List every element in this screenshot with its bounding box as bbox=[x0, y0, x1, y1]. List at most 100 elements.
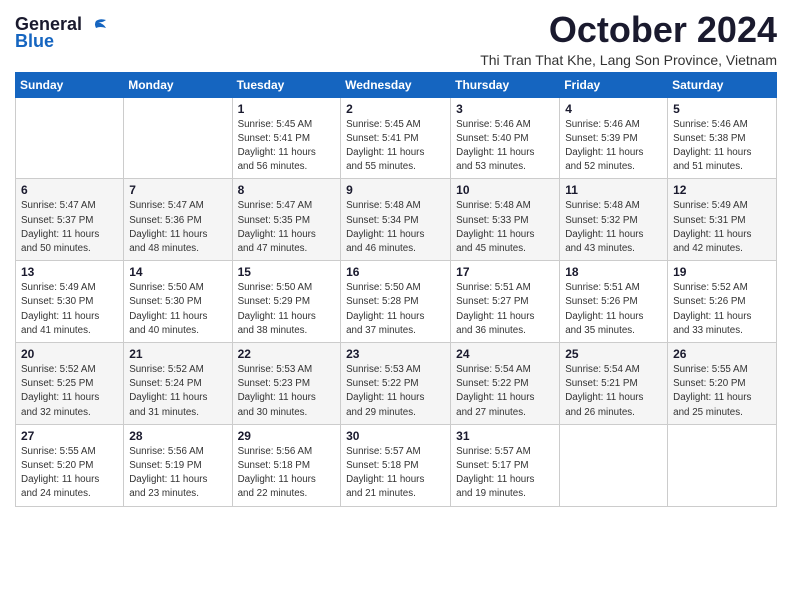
calendar-cell: 18 Sunrise: 5:51 AMSunset: 5:26 PMDayligh… bbox=[560, 261, 668, 343]
calendar-cell: 27 Sunrise: 5:55 AMSunset: 5:20 PMDayligh… bbox=[16, 424, 124, 506]
calendar-week-row: 1 Sunrise: 5:45 AMSunset: 5:41 PMDaylight… bbox=[16, 97, 777, 179]
calendar-cell: 16Sunrise: 5:50 AMSunset: 5:28 PMDayligh… bbox=[341, 261, 451, 343]
day-number: 3 bbox=[456, 102, 554, 116]
day-number: 24 bbox=[456, 347, 554, 361]
day-number: 8 bbox=[238, 183, 336, 197]
day-number: 10 bbox=[456, 183, 554, 197]
day-number: 25 bbox=[565, 347, 662, 361]
calendar-cell: 5Sunrise: 5:46 AMSunset: 5:38 PMDaylight… bbox=[668, 97, 777, 179]
day-number: 4 bbox=[565, 102, 662, 116]
day-info: Sunrise: 5:46 AMSunset: 5:40 PMDaylight:… bbox=[456, 118, 554, 175]
calendar-cell: 14Sunrise: 5:50 AMSunset: 5:30 PMDayligh… bbox=[124, 261, 232, 343]
calendar-week-row: 20Sunrise: 5:52 AMSunset: 5:25 PMDayligh… bbox=[16, 343, 777, 425]
calendar-week-row: 6Sunrise: 5:47 AMSunset: 5:37 PMDaylight… bbox=[16, 179, 777, 261]
calendar-cell bbox=[16, 97, 124, 179]
day-info: Sunrise: 5:50 AMSunset: 5:30 PMDaylight:… bbox=[129, 281, 226, 338]
day-number: 11 bbox=[565, 183, 662, 197]
calendar-cell: 30 Sunrise: 5:57 AMSunset: 5:18 PMDayligh… bbox=[341, 424, 451, 506]
day-info: Sunrise: 5:48 AMSunset: 5:32 PMDaylight:… bbox=[565, 199, 662, 256]
calendar-cell: 29Sunrise: 5:56 AMSunset: 5:18 PMDayligh… bbox=[232, 424, 341, 506]
weekday-header: Wednesday bbox=[341, 72, 451, 97]
calendar-cell: 13 Sunrise: 5:49 AMSunset: 5:30 PMDayligh… bbox=[16, 261, 124, 343]
weekday-header: Thursday bbox=[451, 72, 560, 97]
day-number: 21 bbox=[129, 347, 226, 361]
day-number: 30 bbox=[346, 429, 445, 443]
logo-blue: Blue bbox=[15, 31, 54, 52]
day-number: 20 bbox=[21, 347, 118, 361]
day-number: 12 bbox=[673, 183, 771, 197]
day-info: Sunrise: 5:52 AMSunset: 5:26 PMDaylight:… bbox=[673, 281, 771, 338]
calendar-cell: 17 Sunrise: 5:51 AMSunset: 5:27 PMDayligh… bbox=[451, 261, 560, 343]
day-info: Sunrise: 5:56 AMSunset: 5:19 PMDaylight:… bbox=[129, 445, 226, 502]
calendar-week-row: 27 Sunrise: 5:55 AMSunset: 5:20 PMDayligh… bbox=[16, 424, 777, 506]
calendar-cell: 31 Sunrise: 5:57 AMSunset: 5:17 PMDayligh… bbox=[451, 424, 560, 506]
calendar-cell: 28 Sunrise: 5:56 AMSunset: 5:19 PMDayligh… bbox=[124, 424, 232, 506]
day-info: Sunrise: 5:55 AMSunset: 5:20 PMDaylight:… bbox=[673, 363, 771, 420]
calendar-cell: 7 Sunrise: 5:47 AMSunset: 5:36 PMDaylight… bbox=[124, 179, 232, 261]
day-number: 16 bbox=[346, 265, 445, 279]
day-info: Sunrise: 5:48 AMSunset: 5:33 PMDaylight:… bbox=[456, 199, 554, 256]
day-info: Sunrise: 5:47 AMSunset: 5:35 PMDaylight:… bbox=[238, 199, 336, 256]
calendar-cell: 8 Sunrise: 5:47 AMSunset: 5:35 PMDaylight… bbox=[232, 179, 341, 261]
calendar-cell: 20Sunrise: 5:52 AMSunset: 5:25 PMDayligh… bbox=[16, 343, 124, 425]
calendar-cell: 26 Sunrise: 5:55 AMSunset: 5:20 PMDayligh… bbox=[668, 343, 777, 425]
day-info: Sunrise: 5:51 AMSunset: 5:27 PMDaylight:… bbox=[456, 281, 554, 338]
weekday-header: Saturday bbox=[668, 72, 777, 97]
day-info: Sunrise: 5:47 AMSunset: 5:36 PMDaylight:… bbox=[129, 199, 226, 256]
header: General Blue October 2024 Thi Tran That … bbox=[15, 10, 777, 68]
calendar-cell bbox=[560, 424, 668, 506]
day-number: 15 bbox=[238, 265, 336, 279]
day-info: Sunrise: 5:51 AMSunset: 5:26 PMDaylight:… bbox=[565, 281, 662, 338]
calendar-cell: 22Sunrise: 5:53 AMSunset: 5:23 PMDayligh… bbox=[232, 343, 341, 425]
logo: General Blue bbox=[15, 14, 108, 52]
calendar-cell: 24 Sunrise: 5:54 AMSunset: 5:22 PMDayligh… bbox=[451, 343, 560, 425]
day-number: 17 bbox=[456, 265, 554, 279]
day-number: 13 bbox=[21, 265, 118, 279]
calendar-week-row: 13 Sunrise: 5:49 AMSunset: 5:30 PMDayligh… bbox=[16, 261, 777, 343]
day-info: Sunrise: 5:47 AMSunset: 5:37 PMDaylight:… bbox=[21, 199, 118, 256]
day-number: 23 bbox=[346, 347, 445, 361]
day-number: 18 bbox=[565, 265, 662, 279]
day-number: 28 bbox=[129, 429, 226, 443]
calendar-cell: 3 Sunrise: 5:46 AMSunset: 5:40 PMDaylight… bbox=[451, 97, 560, 179]
calendar-cell: 4 Sunrise: 5:46 AMSunset: 5:39 PMDaylight… bbox=[560, 97, 668, 179]
calendar-cell: 25Sunrise: 5:54 AMSunset: 5:21 PMDayligh… bbox=[560, 343, 668, 425]
calendar-cell: 1 Sunrise: 5:45 AMSunset: 5:41 PMDaylight… bbox=[232, 97, 341, 179]
calendar-cell bbox=[668, 424, 777, 506]
day-info: Sunrise: 5:55 AMSunset: 5:20 PMDaylight:… bbox=[21, 445, 118, 502]
calendar-cell: 6Sunrise: 5:47 AMSunset: 5:37 PMDaylight… bbox=[16, 179, 124, 261]
calendar-cell bbox=[124, 97, 232, 179]
day-number: 1 bbox=[238, 102, 336, 116]
weekday-header: Friday bbox=[560, 72, 668, 97]
day-info: Sunrise: 5:45 AMSunset: 5:41 PMDaylight:… bbox=[238, 118, 336, 175]
day-number: 29 bbox=[238, 429, 336, 443]
title-block: October 2024 Thi Tran That Khe, Lang Son… bbox=[480, 10, 777, 68]
day-info: Sunrise: 5:57 AMSunset: 5:18 PMDaylight:… bbox=[346, 445, 445, 502]
day-info: Sunrise: 5:52 AMSunset: 5:24 PMDaylight:… bbox=[129, 363, 226, 420]
calendar-cell: 10 Sunrise: 5:48 AMSunset: 5:33 PMDayligh… bbox=[451, 179, 560, 261]
month-title: October 2024 bbox=[480, 10, 777, 50]
calendar-cell: 23 Sunrise: 5:53 AMSunset: 5:22 PMDayligh… bbox=[341, 343, 451, 425]
logo-bird-icon bbox=[86, 18, 108, 34]
day-info: Sunrise: 5:46 AMSunset: 5:39 PMDaylight:… bbox=[565, 118, 662, 175]
location-subtitle: Thi Tran That Khe, Lang Son Province, Vi… bbox=[480, 52, 777, 68]
day-number: 5 bbox=[673, 102, 771, 116]
day-info: Sunrise: 5:54 AMSunset: 5:22 PMDaylight:… bbox=[456, 363, 554, 420]
day-number: 7 bbox=[129, 183, 226, 197]
day-number: 31 bbox=[456, 429, 554, 443]
day-info: Sunrise: 5:53 AMSunset: 5:22 PMDaylight:… bbox=[346, 363, 445, 420]
day-info: Sunrise: 5:48 AMSunset: 5:34 PMDaylight:… bbox=[346, 199, 445, 256]
calendar-cell: 19Sunrise: 5:52 AMSunset: 5:26 PMDayligh… bbox=[668, 261, 777, 343]
day-info: Sunrise: 5:57 AMSunset: 5:17 PMDaylight:… bbox=[456, 445, 554, 502]
day-number: 9 bbox=[346, 183, 445, 197]
day-info: Sunrise: 5:49 AMSunset: 5:30 PMDaylight:… bbox=[21, 281, 118, 338]
day-info: Sunrise: 5:50 AMSunset: 5:29 PMDaylight:… bbox=[238, 281, 336, 338]
day-info: Sunrise: 5:53 AMSunset: 5:23 PMDaylight:… bbox=[238, 363, 336, 420]
calendar-cell: 11 Sunrise: 5:48 AMSunset: 5:32 PMDayligh… bbox=[560, 179, 668, 261]
weekday-header: Monday bbox=[124, 72, 232, 97]
day-number: 27 bbox=[21, 429, 118, 443]
day-number: 2 bbox=[346, 102, 445, 116]
calendar-cell: 2Sunrise: 5:45 AMSunset: 5:41 PMDaylight… bbox=[341, 97, 451, 179]
day-number: 26 bbox=[673, 347, 771, 361]
calendar-cell: 21 Sunrise: 5:52 AMSunset: 5:24 PMDayligh… bbox=[124, 343, 232, 425]
